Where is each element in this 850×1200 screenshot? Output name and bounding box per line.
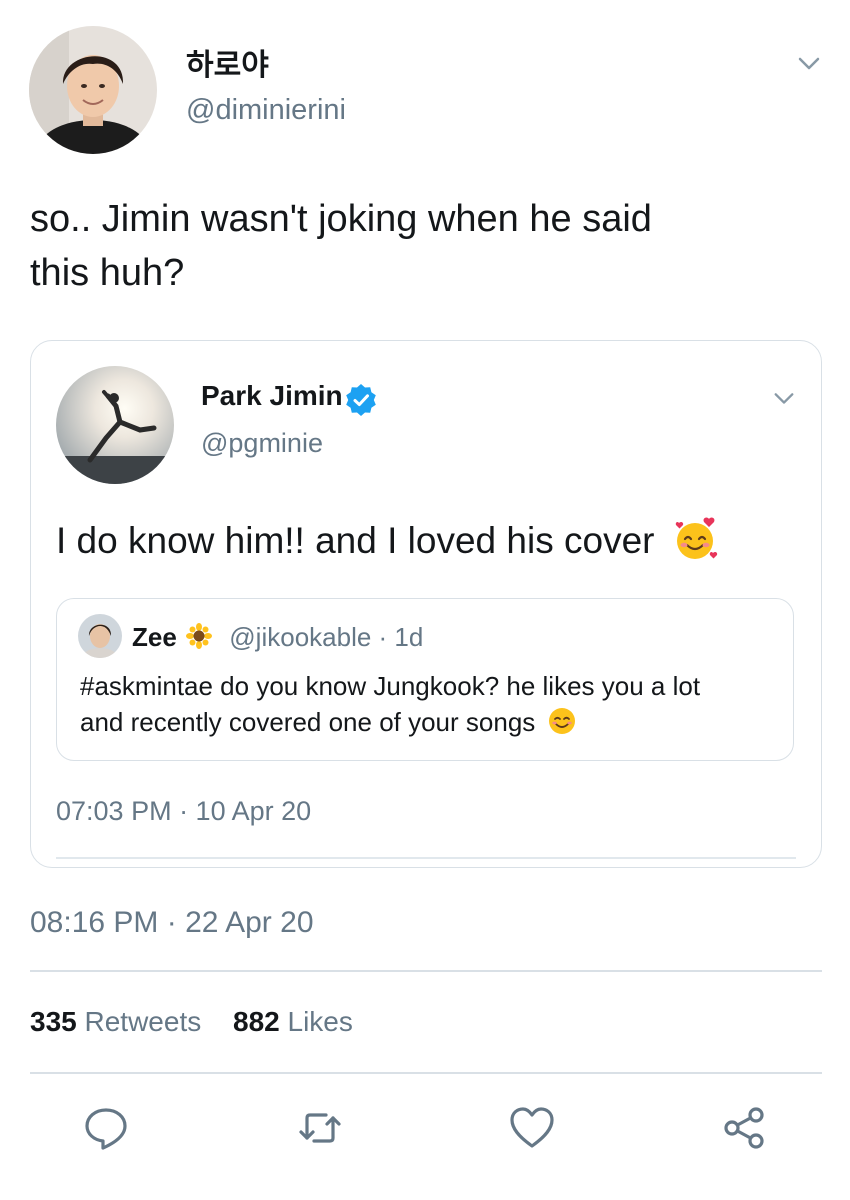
likes-stat[interactable]: 882 Likes bbox=[233, 1006, 353, 1037]
author-name[interactable]: 하로야 bbox=[186, 40, 269, 84]
nested-author-avatar[interactable] bbox=[78, 614, 122, 658]
likes-label: Likes bbox=[287, 1006, 353, 1037]
like-icon[interactable] bbox=[508, 1104, 556, 1152]
divider-bottom bbox=[30, 1072, 822, 1074]
nested-tweet-text: #askmintae do you know Jungkook? he like… bbox=[80, 668, 780, 740]
likes-count: 882 bbox=[233, 1006, 280, 1037]
smiling-face-with-hearts-icon bbox=[671, 515, 719, 563]
author-avatar[interactable] bbox=[29, 26, 157, 154]
quoted-author-avatar[interactable] bbox=[56, 366, 174, 484]
retweets-count: 335 bbox=[30, 1006, 77, 1037]
nested-author-handle[interactable]: @jikookable bbox=[229, 622, 371, 652]
nested-tweet-text-line-1: #askmintae do you know Jungkook? he like… bbox=[80, 671, 701, 701]
quoted-menu-chevron-icon[interactable] bbox=[772, 386, 796, 410]
quoted-divider bbox=[56, 857, 796, 859]
quoted-tweet-text: I do know him!! and I loved his cover bbox=[56, 520, 655, 561]
retweets-label: Retweets bbox=[84, 1006, 202, 1037]
quoted-author-handle[interactable]: @pgminie bbox=[201, 428, 323, 459]
sunflower-icon bbox=[186, 623, 213, 650]
share-icon[interactable] bbox=[720, 1104, 768, 1152]
verified-badge-icon bbox=[345, 384, 377, 416]
tweet-timestamp[interactable]: 08:16 PM · 22 Apr 20 bbox=[30, 906, 314, 940]
retweet-icon[interactable] bbox=[296, 1104, 344, 1152]
tweet-text-line-2: this huh? bbox=[30, 252, 185, 294]
reply-icon[interactable] bbox=[82, 1104, 130, 1152]
tweet-menu-chevron-icon[interactable] bbox=[796, 50, 822, 76]
nested-tweet-text-line-2-row: and recently covered one of your songs bbox=[80, 704, 780, 740]
nested-tweet-header: Zee @jikookable · 1d bbox=[132, 620, 423, 654]
quoted-author-name[interactable]: Park Jimin bbox=[201, 380, 343, 412]
divider-top bbox=[30, 970, 822, 972]
retweets-stat[interactable]: 335 Retweets bbox=[30, 1006, 209, 1037]
tweet-text-line-1: so.. Jimin wasn't joking when he said bbox=[30, 198, 652, 240]
nested-author-name[interactable]: Zee bbox=[132, 622, 177, 652]
smiling-face-icon bbox=[547, 706, 577, 736]
tweet-stats: 335 Retweets 882 Likes bbox=[30, 1006, 353, 1038]
nested-tweet-age: · 1d bbox=[378, 622, 424, 652]
author-handle[interactable]: @diminierini bbox=[186, 94, 346, 127]
tweet-text: so.. Jimin wasn't joking when he said th… bbox=[30, 192, 820, 300]
quoted-tweet-text-row: I do know him!! and I loved his cover bbox=[56, 516, 719, 566]
nested-tweet-text-line-2: and recently covered one of your songs bbox=[80, 707, 536, 737]
quoted-tweet-timestamp[interactable]: 07:03 PM · 10 Apr 20 bbox=[56, 796, 311, 827]
